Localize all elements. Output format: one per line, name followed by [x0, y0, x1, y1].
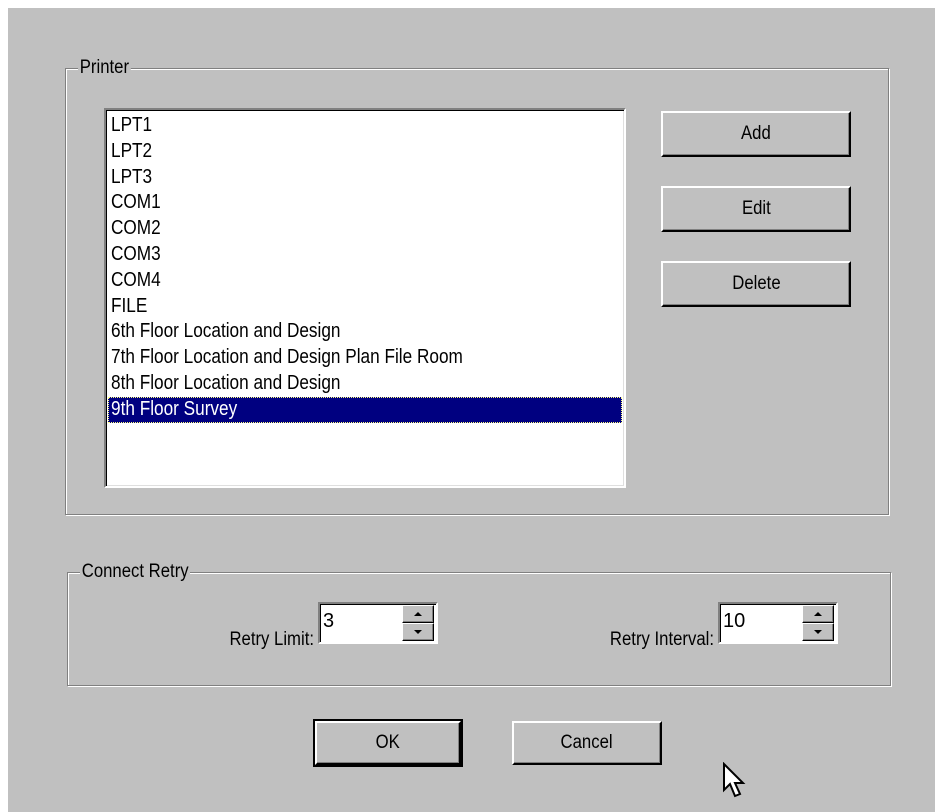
- list-item[interactable]: COM2: [108, 216, 622, 242]
- add-button-label: Add: [741, 123, 771, 144]
- delete-button[interactable]: Delete: [661, 261, 851, 307]
- retry-interval-spin-buttons: [802, 605, 834, 641]
- ok-button-label: OK: [375, 732, 401, 753]
- list-item-label: LPT2: [111, 139, 153, 162]
- connect-retry-group-title: Connect Retry: [80, 561, 191, 582]
- list-item-label: COM3: [111, 242, 161, 265]
- retry-limit-spinbox[interactable]: [318, 602, 438, 644]
- list-item[interactable]: 9th Floor Survey: [108, 396, 622, 423]
- spin-up-arrow-icon[interactable]: [402, 605, 434, 623]
- list-item-label: COM1: [111, 191, 161, 214]
- retry-limit-input[interactable]: [323, 606, 398, 636]
- add-button[interactable]: Add: [661, 111, 851, 157]
- spin-down-arrow-icon[interactable]: [802, 623, 834, 641]
- edit-button-label: Edit: [741, 198, 771, 219]
- retry-limit-spin-buttons: [402, 605, 434, 641]
- cancel-button[interactable]: Cancel: [512, 721, 662, 765]
- list-item[interactable]: 7th Floor Location and Design Plan File …: [108, 345, 622, 371]
- spin-up-arrow-icon[interactable]: [802, 605, 834, 623]
- list-item[interactable]: LPT1: [108, 113, 622, 139]
- cancel-button-label: Cancel: [560, 732, 614, 753]
- list-item[interactable]: LPT2: [108, 139, 622, 165]
- list-item-label: COM4: [111, 268, 161, 291]
- retry-limit-label: Retry Limit:: [229, 629, 314, 650]
- list-item-label: 9th Floor Survey: [111, 397, 238, 420]
- list-item[interactable]: COM4: [108, 268, 622, 294]
- ok-button[interactable]: OK: [313, 719, 463, 767]
- list-item-label: 6th Floor Location and Design: [111, 320, 341, 343]
- list-item-label: 8th Floor Location and Design: [111, 371, 341, 394]
- printer-group-title: Printer: [78, 57, 131, 78]
- list-item[interactable]: COM3: [108, 242, 622, 268]
- list-item[interactable]: LPT3: [108, 165, 622, 191]
- retry-interval-label: Retry Interval:: [609, 629, 714, 650]
- mouse-pointer-icon: [723, 762, 746, 798]
- list-item-label: COM2: [111, 217, 161, 240]
- retry-interval-input[interactable]: [723, 606, 798, 636]
- list-item-label: FILE: [111, 294, 148, 317]
- list-item-label: LPT3: [111, 165, 153, 188]
- list-item[interactable]: 8th Floor Location and Design: [108, 371, 622, 397]
- list-item[interactable]: FILE: [108, 294, 622, 320]
- printer-settings-dialog: Printer LPT1 LPT2 LPT3 COM1 COM2 COM3 COM4 FILE…: [8, 8, 935, 812]
- list-item[interactable]: COM1: [108, 190, 622, 216]
- list-item-label: LPT1: [111, 114, 153, 136]
- list-item[interactable]: 6th Floor Location and Design: [108, 319, 622, 345]
- retry-interval-spinbox[interactable]: [718, 602, 838, 644]
- list-item-label: 7th Floor Location and Design Plan File …: [111, 346, 463, 369]
- edit-button[interactable]: Edit: [661, 186, 851, 232]
- delete-button-label: Delete: [731, 273, 781, 294]
- printer-port-listbox[interactable]: LPT1 LPT2 LPT3 COM1 COM2 COM3 COM4 FILE 6th Floo…: [104, 108, 626, 488]
- spin-down-arrow-icon[interactable]: [402, 623, 434, 641]
